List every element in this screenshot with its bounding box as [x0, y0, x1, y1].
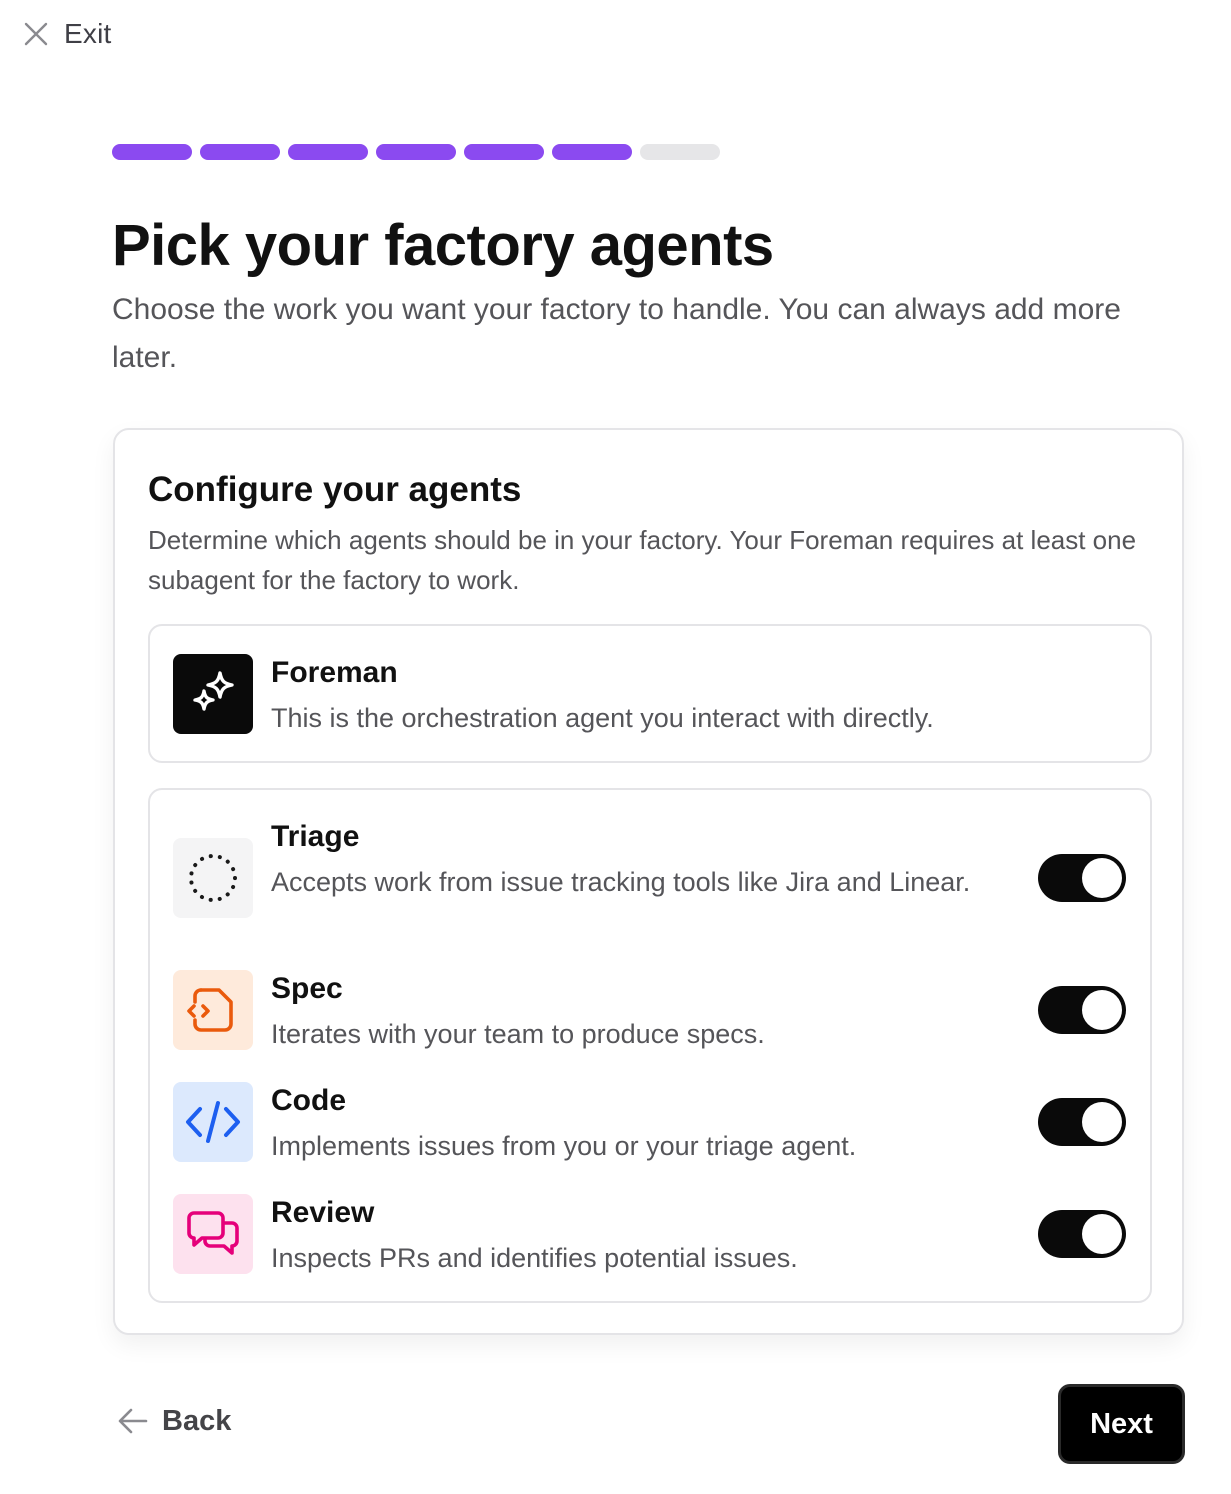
progress-step: [112, 144, 192, 160]
chat-bubbles-icon: [173, 1194, 253, 1274]
card-title: Configure your agents: [148, 470, 522, 509]
list-item-triage: Triage Accepts work from issue tracking …: [150, 818, 1150, 948]
close-icon: [24, 22, 48, 46]
foreman-agent: Foreman This is the orchestration agent …: [148, 624, 1152, 763]
toggle-knob: [1082, 858, 1122, 898]
toggle-knob: [1082, 1214, 1122, 1254]
progress-step: [288, 144, 368, 160]
list-item-review: Review Inspects PRs and identifies poten…: [150, 1194, 1150, 1294]
list-item-spec: Spec Iterates with your team to produce …: [150, 970, 1150, 1070]
agent-name: Spec: [271, 972, 343, 1005]
triage-toggle[interactable]: [1038, 854, 1126, 902]
progress-step: [200, 144, 280, 160]
onboarding-page: Exit Pick your factory agents Choose the…: [0, 0, 1231, 1494]
spec-toggle[interactable]: [1038, 986, 1126, 1034]
progress-bar: [112, 144, 720, 160]
progress-step: [552, 144, 632, 160]
configure-agents-card: Configure your agents Determine which ag…: [113, 428, 1184, 1335]
foreman-description: This is the orchestration agent you inte…: [271, 703, 934, 733]
agent-description: Implements issues from you or your triag…: [271, 1131, 857, 1161]
progress-step: [376, 144, 456, 160]
agent-name: Review: [271, 1196, 375, 1229]
back-label: Back: [162, 1404, 232, 1437]
agent-name: Code: [271, 1084, 346, 1117]
agent-description: Iterates with your team to produce specs…: [271, 1019, 765, 1049]
agent-name: Triage: [271, 820, 360, 853]
progress-step: [640, 144, 720, 160]
list-item-code: Code Implements issues from you or your …: [150, 1082, 1150, 1182]
agent-description: Accepts work from issue tracking tools l…: [271, 867, 971, 897]
code-file-icon: [173, 970, 253, 1050]
code-brackets-icon: [173, 1082, 253, 1162]
foreman-name: Foreman: [271, 656, 398, 689]
review-toggle[interactable]: [1038, 1210, 1126, 1258]
progress-step: [464, 144, 544, 160]
card-description: Determine which agents should be in your…: [148, 525, 1137, 595]
exit-button[interactable]: Exit: [22, 18, 111, 50]
sparkles-icon: [173, 654, 253, 734]
subagents-list: Triage Accepts work from issue tracking …: [148, 788, 1152, 1303]
agent-description: Inspects PRs and identifies potential is…: [271, 1243, 798, 1273]
page-subtitle: Choose the work you want your factory to…: [112, 293, 1121, 374]
dotted-circle-icon: [173, 838, 253, 918]
code-toggle[interactable]: [1038, 1098, 1126, 1146]
next-button[interactable]: Next: [1058, 1384, 1185, 1464]
back-button[interactable]: Back: [116, 1404, 231, 1438]
toggle-knob: [1082, 990, 1122, 1030]
page-title: Pick your factory agents: [112, 213, 774, 278]
exit-label: Exit: [64, 18, 112, 49]
arrow-left-icon: [118, 1408, 148, 1434]
toggle-knob: [1082, 1102, 1122, 1142]
